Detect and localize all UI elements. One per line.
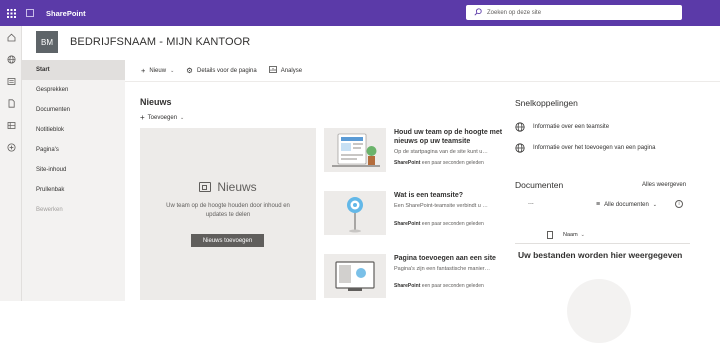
news-card-text: Houd uw team op de hoogte met nieuws op … [394, 128, 506, 166]
quick-links-title: Snelkoppelingen [515, 98, 578, 108]
news-icon [199, 182, 212, 192]
news-card-thumbnail [324, 254, 386, 298]
documents-title: Documenten [515, 180, 564, 190]
news-card-time: een paar seconden geleden [421, 221, 484, 227]
chevron-down-icon: ⌄ [652, 201, 657, 208]
search-placeholder: Zoeken op deze site [487, 9, 542, 16]
news-card-description: Pagina's zijn een fantastische manier… [394, 266, 491, 272]
file-type-icon [547, 230, 553, 239]
news-card-thumbnail [324, 128, 386, 172]
nav-item-paginas[interactable]: Pagina's [22, 140, 125, 160]
quick-link-label: Informatie over een teamsite [533, 124, 610, 130]
chevron-down-icon: ⌄ [580, 231, 585, 238]
news-hero-placeholder: Nieuws Uw team op de hoogte houden door … [140, 128, 316, 300]
create-plus-icon[interactable] [0, 136, 22, 158]
news-hero-label: Nieuws [217, 180, 257, 194]
news-card[interactable]: Wat is een teamsite? Een SharePoint-team… [324, 191, 508, 237]
news-card-author: SharePoint [394, 283, 421, 289]
news-card-description: Een SharePoint-teamsite verbindt u … [394, 203, 488, 209]
broken-logo-image [26, 9, 34, 17]
app-launcher-icon[interactable] [0, 0, 22, 26]
documents-column-header: Naam ⌄ [515, 226, 690, 244]
app-rail [0, 26, 22, 301]
news-card-description: Op de startpagina van de site kunt u… [394, 149, 488, 155]
news-card-time: een paar seconden geleden [421, 283, 484, 289]
nav-item-notitieblok[interactable]: Notitieblok [22, 120, 125, 140]
app-brand[interactable]: SharePoint [46, 9, 86, 18]
news-card-meta: SharePoint een paar seconden geleden [394, 160, 506, 166]
news-card-meta: SharePoint een paar seconden geleden [394, 283, 506, 289]
analytics-label: Analyse [280, 67, 303, 74]
nav-item-documenten[interactable]: Documenten [22, 100, 125, 120]
info-icon[interactable]: i [675, 200, 683, 208]
empty-state-illustration [567, 279, 631, 343]
news-section-title: Nieuws [140, 97, 172, 107]
news-card-text: Pagina toevoegen aan een site Pagina's z… [394, 254, 506, 289]
globe-icon [515, 143, 525, 153]
page-details-label: Details voor de pagina [197, 67, 257, 74]
left-navigation: Start Gesprekken Documenten Notitieblok … [22, 60, 125, 301]
news-feed-icon[interactable] [0, 70, 22, 92]
document-icon[interactable] [0, 92, 22, 114]
site-title[interactable]: BEDRIJFSNAAM - MIJN KANTOOR [70, 36, 250, 48]
site-logo[interactable]: BM [36, 31, 58, 53]
view-selector-label: Alle documenten [604, 201, 649, 208]
documents-view-all-link[interactable]: Alles weergeven [642, 182, 686, 188]
news-card-title[interactable]: Houd uw team op de hoogte met nieuws op … [394, 128, 506, 146]
news-add-button[interactable]: + Toevoegen ⌄ [140, 113, 184, 122]
news-card-text: Wat is een teamsite? Een SharePoint-team… [394, 191, 506, 227]
news-card-author: SharePoint [394, 221, 421, 227]
news-card-title[interactable]: Wat is een teamsite? [394, 191, 506, 200]
plus-icon: + [141, 66, 146, 75]
lists-icon[interactable] [0, 114, 22, 136]
chevron-down-icon: ⌄ [180, 114, 185, 121]
command-bar: + Nieuw ⌄ ⚙ Details voor de pagina Analy… [125, 60, 720, 82]
name-column-header[interactable]: Naam [563, 232, 578, 238]
site-header: BM BEDRIJFSNAAM - MIJN KANTOOR [22, 26, 720, 58]
view-selector[interactable]: ≡ Alle documenten ⌄ [596, 201, 657, 208]
news-card-meta: SharePoint een paar seconden geleden [394, 221, 506, 227]
documents-empty-message: Uw bestanden worden hier weergegeven [518, 250, 683, 260]
quick-link-item[interactable]: Informatie over het toevoegen van een pa… [515, 143, 655, 153]
home-icon[interactable] [0, 26, 22, 48]
globe-icon[interactable] [0, 48, 22, 70]
news-card[interactable]: Pagina toevoegen aan een site Pagina's z… [324, 254, 508, 300]
news-card-thumbnail [324, 191, 386, 235]
page-details-button[interactable]: ⚙ Details voor de pagina [186, 66, 256, 75]
suite-bar: SharePoint Zoeken op deze site [0, 0, 720, 26]
nav-item-site-inhoud[interactable]: Site-inhoud [22, 160, 125, 180]
new-label: Nieuw [149, 67, 167, 74]
nav-item-gesprekken[interactable]: Gesprekken [22, 80, 125, 100]
globe-icon [515, 122, 525, 132]
news-card-author: SharePoint [394, 160, 421, 166]
news-hero-header: Nieuws [140, 180, 316, 194]
news-card-title[interactable]: Pagina toevoegen aan een site [394, 254, 506, 263]
quick-link-label: Informatie over het toevoegen van een pa… [533, 145, 656, 151]
analytics-button[interactable]: Analyse [268, 66, 303, 75]
more-options-button[interactable]: ... [528, 199, 534, 206]
nav-edit-link[interactable]: Bewerken [22, 200, 125, 220]
search-input[interactable]: Zoeken op deze site [466, 5, 682, 20]
quick-link-item[interactable]: Informatie over een teamsite [515, 122, 609, 132]
nav-item-prullenbak[interactable]: Prullenbak [22, 180, 125, 200]
news-card[interactable]: Houd uw team op de hoogte met nieuws op … [324, 128, 508, 174]
news-card-time: een paar seconden geleden [421, 160, 484, 166]
analytics-icon [268, 66, 277, 75]
add-news-button[interactable]: Nieuws toevoegen [191, 234, 264, 247]
new-button[interactable]: + Nieuw ⌄ [141, 66, 174, 75]
search-icon [474, 7, 482, 18]
chevron-down-icon: ⌄ [170, 67, 175, 74]
news-hero-description: Uw team op de hoogte houden door inhoud … [166, 203, 290, 218]
nav-item-start[interactable]: Start [22, 60, 125, 80]
news-add-label: Toevoegen [147, 114, 178, 121]
gear-icon: ⚙ [186, 66, 194, 75]
plus-icon: + [140, 113, 145, 122]
list-view-icon: ≡ [596, 201, 601, 208]
